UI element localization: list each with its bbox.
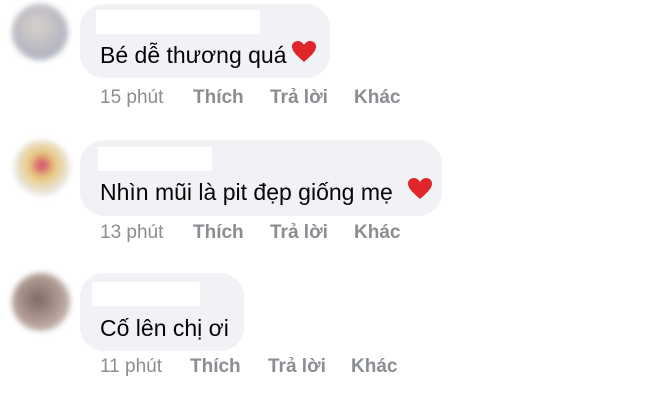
- red-heart-icon: [407, 177, 433, 207]
- comment-actions: 11 phút Thích Trả lời Khác: [100, 356, 420, 380]
- comment-actions: 13 phút Thích Trả lời Khác: [100, 222, 420, 246]
- red-heart-icon: [291, 40, 317, 70]
- author-name-redacted[interactable]: [98, 147, 212, 171]
- avatar[interactable]: [12, 4, 68, 60]
- like-button[interactable]: Thích: [193, 87, 244, 109]
- reply-button[interactable]: Trả lời: [268, 356, 326, 378]
- timestamp[interactable]: 13 phút: [100, 222, 163, 244]
- comment-text-content: Cố lên chị ơi: [100, 314, 229, 341]
- comment-text-content: Nhìn mũi là pit đẹp giống mẹ: [100, 178, 393, 205]
- reply-button[interactable]: Trả lời: [270, 87, 328, 109]
- author-name-redacted[interactable]: [96, 10, 260, 34]
- timestamp[interactable]: 15 phút: [100, 87, 163, 109]
- more-button[interactable]: Khác: [351, 356, 397, 378]
- reply-button[interactable]: Trả lời: [270, 222, 328, 244]
- like-button[interactable]: Thích: [193, 222, 244, 244]
- timestamp[interactable]: 11 phút: [100, 356, 162, 378]
- more-button[interactable]: Khác: [354, 222, 400, 244]
- comment-text-content: Bé dễ thương quá: [100, 41, 287, 68]
- comment-actions: 15 phút Thích Trả lời Khác: [100, 87, 420, 111]
- comment-text: Nhìn mũi là pit đẹp giống mẹ: [100, 175, 433, 209]
- comment-item: Bé dễ thương quá 15 phút Thích Trả lời K…: [0, 0, 660, 130]
- author-name-redacted[interactable]: [92, 282, 200, 306]
- avatar[interactable]: [14, 140, 70, 196]
- comment-item: Cố lên chị ơi 11 phút Thích Trả lời Khác: [0, 265, 660, 396]
- comment-text: Bé dễ thương quá: [100, 38, 317, 72]
- more-button[interactable]: Khác: [354, 87, 400, 109]
- comment-text: Cố lên chị ơi: [100, 311, 229, 345]
- like-button[interactable]: Thích: [190, 356, 241, 378]
- comment-item: Nhìn mũi là pit đẹp giống mẹ 13 phút Thí…: [0, 130, 660, 265]
- avatar[interactable]: [12, 273, 70, 331]
